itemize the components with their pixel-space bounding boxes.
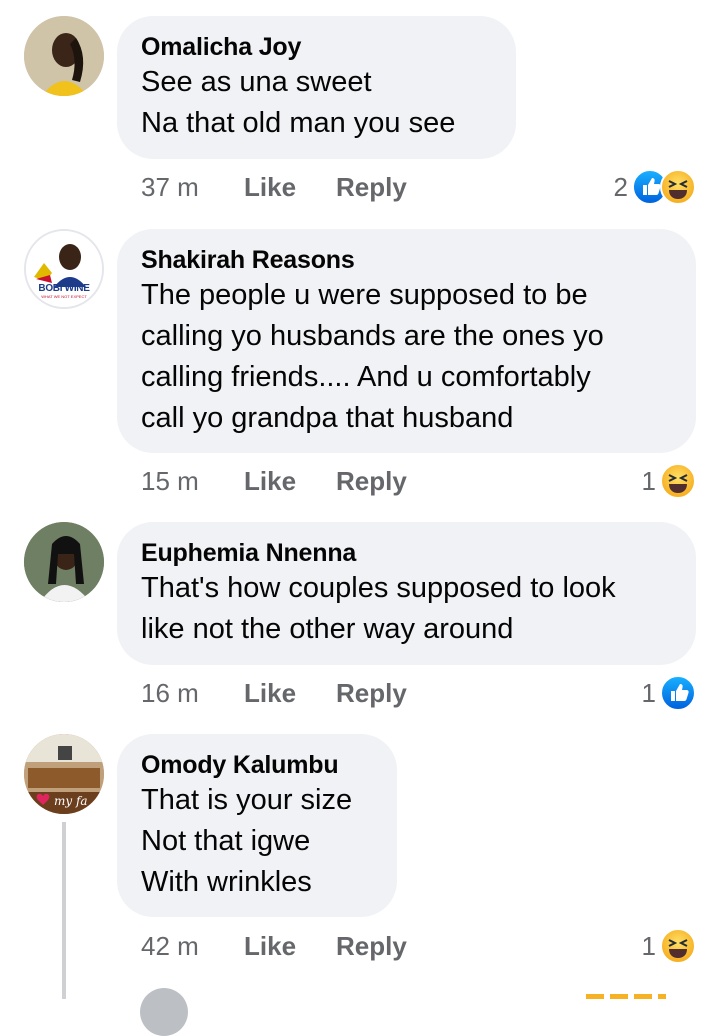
comment-author[interactable]: Euphemia Nnenna	[141, 538, 672, 568]
reaction-summary[interactable]: 2	[613, 169, 696, 205]
like-button[interactable]: Like	[244, 676, 336, 710]
comment-actions: 37 m Like Reply	[141, 170, 407, 204]
avatar[interactable]	[24, 16, 104, 96]
comment-author[interactable]: Shakirah Reasons	[141, 245, 672, 275]
avatar[interactable]	[24, 522, 104, 602]
timestamp[interactable]: 42 m	[141, 929, 244, 963]
comment-text: That is your size	[141, 784, 353, 816]
next-reply-avatar[interactable]	[140, 988, 188, 1036]
comment-actions: 16 m Like Reply	[141, 676, 407, 710]
timestamp[interactable]: 16 m	[141, 676, 244, 710]
comment-text: That's how couples supposed to look	[141, 572, 616, 604]
reply-button[interactable]: Reply	[336, 931, 407, 961]
reaction-count: 1	[641, 677, 656, 708]
comment-text: Not that igwe	[141, 825, 311, 857]
comment-bubble: Shakirah Reasons The people u were suppo…	[117, 229, 696, 453]
reaction-count: 2	[613, 171, 628, 202]
avatar[interactable]: BOBI WINE WHAT WE NOT EXPECT	[24, 229, 104, 309]
reaction-summary[interactable]: 1	[641, 675, 696, 711]
comment-text: The people u were supposed to be	[141, 279, 588, 311]
like-button[interactable]: Like	[244, 929, 336, 963]
reply-button[interactable]: Reply	[336, 466, 407, 496]
comment-text: calling yo husbands are the ones yo	[141, 320, 604, 352]
reaction-count: 1	[641, 930, 656, 961]
comment-actions: 15 m Like Reply	[141, 464, 407, 498]
avatar[interactable]: my fa	[24, 734, 104, 814]
comment-text: call yo grandpa that husband	[141, 402, 514, 434]
haha-icon	[660, 463, 696, 499]
like-button[interactable]: Like	[244, 464, 336, 498]
like-button[interactable]: Like	[244, 170, 336, 204]
like-icon	[660, 675, 696, 711]
next-reaction-icons	[586, 994, 666, 999]
comment-bubble: Omalicha Joy See as una sweet Na that ol…	[117, 16, 516, 159]
comment-text: Na that old man you see	[141, 107, 456, 139]
haha-icon	[660, 928, 696, 964]
comment-text: See as una sweet	[141, 66, 372, 98]
comment-author[interactable]: Omody Kalumbu	[141, 750, 373, 780]
avatar-caption-small: WHAT WE NOT EXPECT	[41, 294, 87, 299]
avatar-caption: BOBI WINE	[38, 283, 90, 294]
comment-actions: 42 m Like Reply	[141, 929, 407, 963]
reply-thread-line	[62, 822, 66, 999]
haha-icon	[660, 169, 696, 205]
reaction-count: 1	[641, 465, 656, 496]
timestamp[interactable]: 37 m	[141, 170, 244, 204]
timestamp[interactable]: 15 m	[141, 464, 244, 498]
reply-button[interactable]: Reply	[336, 172, 407, 202]
reaction-summary[interactable]: 1	[641, 463, 696, 499]
reaction-summary[interactable]: 1	[641, 928, 696, 964]
avatar-caption: my fa	[54, 794, 88, 808]
reply-button[interactable]: Reply	[336, 678, 407, 708]
comment-bubble: Omody Kalumbu That is your size Not that…	[117, 734, 397, 917]
comment-author[interactable]: Omalicha Joy	[141, 32, 492, 62]
comment-text: With wrinkles	[141, 866, 312, 898]
comment-bubble: Euphemia Nnenna That's how couples suppo…	[117, 522, 696, 665]
comment-text: like not the other way around	[141, 613, 514, 645]
comment-text: calling friends.... And u comfortably	[141, 361, 591, 393]
